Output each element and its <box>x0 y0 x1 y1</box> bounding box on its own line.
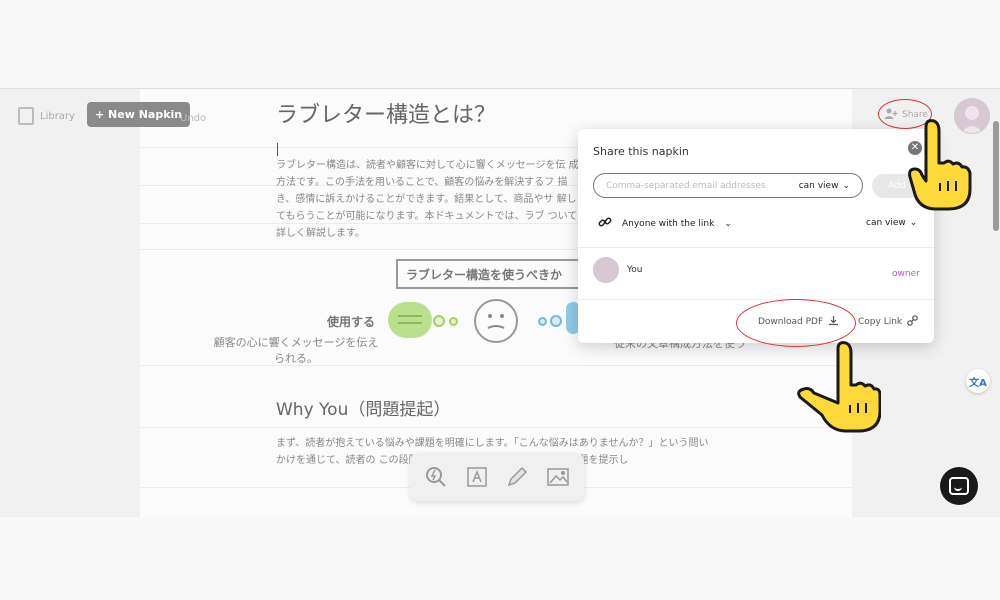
text-cursor <box>277 143 278 156</box>
divider <box>578 247 934 248</box>
pointing-hand-icon <box>904 119 974 218</box>
library-icon <box>18 104 37 125</box>
link-scope-label: Anyone with the link <box>622 218 715 229</box>
pencil-icon[interactable] <box>504 464 530 490</box>
intro-paragraph[interactable]: ラブレター構造は、読者や顧客に対して心に響くメッセージを伝 成方法です。この手法… <box>276 157 586 242</box>
library-label: Library <box>40 110 75 122</box>
role-badge: owner <box>892 269 920 279</box>
use-label: 使用する <box>327 315 376 329</box>
text-box-icon[interactable] <box>464 464 490 490</box>
collaborator-name: You <box>627 265 643 275</box>
undo-button[interactable]: Undo <box>180 113 206 124</box>
decision-callout[interactable]: ラブレター構造を使うべきか <box>396 259 586 289</box>
copy-link-button[interactable]: Copy Link <box>858 315 918 329</box>
link-icon <box>907 315 918 329</box>
scrollbar-thumb[interactable] <box>993 121 999 231</box>
section-heading[interactable]: Why You（問題提起） <box>276 395 450 420</box>
dot-icon <box>538 317 547 326</box>
chat-icon <box>949 477 969 495</box>
document-title[interactable]: ラブレター構造とは？ <box>276 97 496 129</box>
thinking-face-icon <box>474 299 518 343</box>
divider <box>578 299 934 300</box>
email-placeholder: Comma-separated email addresses <box>606 180 766 191</box>
annotation-circle <box>736 299 856 347</box>
email-field[interactable]: Comma-separated email addresses can view… <box>593 173 863 198</box>
image-icon[interactable] <box>545 464 571 490</box>
pointing-hand-icon <box>796 341 882 440</box>
generate-visual-icon[interactable] <box>423 464 449 490</box>
ruled-line <box>140 427 852 428</box>
caption-left: 顧客の心に響くメッセージを伝えられる。 <box>213 336 379 365</box>
left-sidebar <box>0 89 140 517</box>
avatar <box>593 257 619 283</box>
chevron-down-icon: ⌄ <box>724 218 732 229</box>
insert-toolbar <box>410 453 584 501</box>
collaborator-row: You <box>593 257 643 283</box>
chevron-down-icon: ⌄ <box>909 218 918 228</box>
email-permission-select[interactable]: can view ⌄ <box>799 181 850 191</box>
link-icon <box>598 215 612 232</box>
share-dialog-title: Share this napkin <box>593 145 689 158</box>
translate-button[interactable]: 文A <box>966 369 990 393</box>
dot-icon <box>433 315 445 327</box>
link-permission-select[interactable]: can view ⌄ <box>866 218 917 228</box>
dot-icon <box>449 317 458 326</box>
dot-icon <box>550 315 562 327</box>
speech-bubble-icon <box>388 302 432 338</box>
chat-support-button[interactable] <box>940 467 978 505</box>
library-link[interactable]: Library <box>18 104 75 125</box>
app-window: Library + New Napkin Undo ラブレター構造とは？ ラブレ… <box>0 88 1000 517</box>
new-napkin-button[interactable]: + New Napkin <box>87 102 191 127</box>
chevron-down-icon: ⌄ <box>842 180 850 191</box>
link-scope-select[interactable]: Anyone with the link ⌄ <box>598 215 732 232</box>
